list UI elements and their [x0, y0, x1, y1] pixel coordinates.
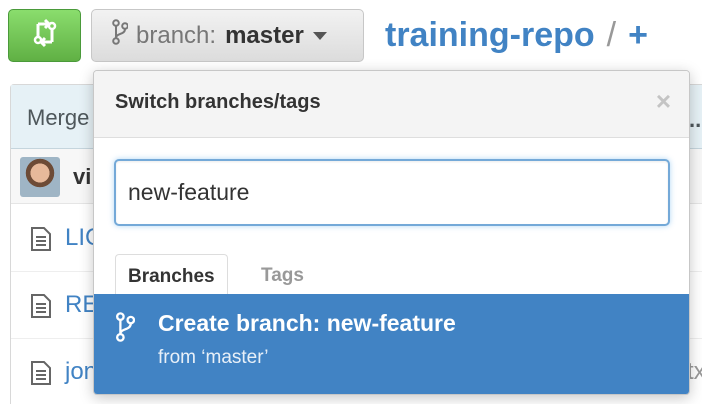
commit-message[interactable]: Merge	[27, 105, 89, 131]
menu-header: Switch branches/tags ×	[94, 71, 689, 138]
filter-section	[94, 138, 689, 226]
branch-select-button[interactable]: branch: master	[91, 9, 364, 62]
author-name[interactable]: vi	[73, 164, 91, 190]
compare-arrows-icon	[31, 18, 59, 53]
file-text-icon	[31, 361, 51, 390]
commit-expand[interactable]: ...	[689, 107, 702, 133]
menu-tabs: Branches Tags	[94, 254, 689, 295]
avatar[interactable]	[20, 157, 60, 197]
branch-value: master	[225, 21, 304, 49]
file-text-icon	[31, 294, 51, 323]
repo-name-link[interactable]: training-repo	[385, 16, 595, 55]
file-text-icon	[31, 227, 51, 256]
create-branch-title: Create branch: new-feature	[158, 310, 456, 336]
path-separator: /	[606, 15, 617, 54]
create-branch-source: from ‘master’	[158, 347, 269, 368]
menu-title: Switch branches/tags	[115, 91, 321, 113]
branch-dropdown-menu: Switch branches/tags × Branches Tags Cre…	[93, 70, 690, 395]
git-branch-icon	[115, 312, 136, 347]
chevron-down-icon	[312, 31, 327, 40]
add-file-link[interactable]: +	[628, 16, 648, 55]
git-branch-icon	[112, 19, 129, 52]
tab-tags[interactable]: Tags	[249, 254, 316, 295]
page: branch: master training-repo / + Merge .…	[0, 0, 702, 404]
branch-filter-input[interactable]	[114, 159, 670, 226]
branch-label: branch:	[136, 21, 217, 49]
tab-branches[interactable]: Branches	[115, 254, 228, 295]
repo-path: training-repo / +	[385, 10, 648, 60]
compare-button[interactable]	[8, 9, 81, 62]
create-branch-item[interactable]: Create branch: new-feature from ‘master’	[94, 294, 689, 394]
close-icon[interactable]: ×	[656, 88, 671, 114]
